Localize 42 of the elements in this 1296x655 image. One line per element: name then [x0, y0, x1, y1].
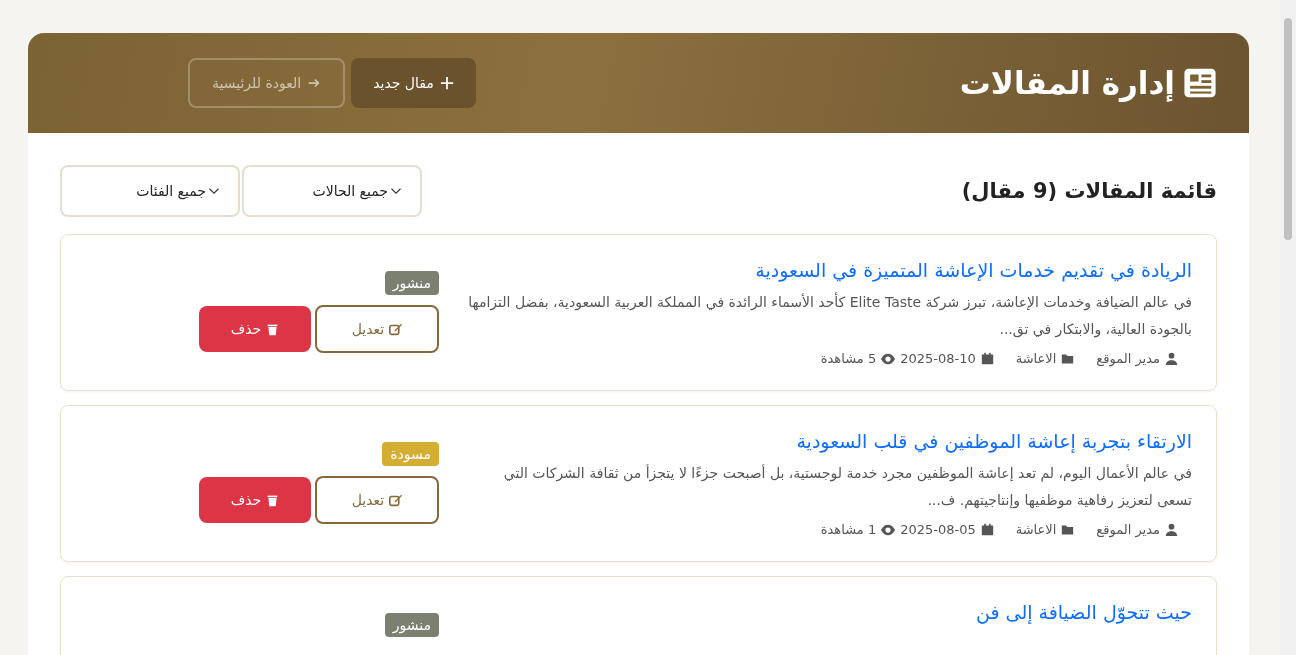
date-text: 2025-08-10 [900, 351, 976, 366]
delete-button[interactable]: حذف [199, 477, 311, 523]
article-title[interactable]: الارتقاء بتجربة إعاشة الموظفين في قلب السعودية [468, 430, 1192, 452]
folder-icon [1061, 523, 1075, 536]
article-title[interactable]: الريادة في تقديم خدمات الإعاشة المتميزة في السعودية [468, 259, 1192, 281]
date-text: 2025-08-05 [900, 522, 976, 537]
trash-icon [266, 493, 280, 507]
calendar-icon [980, 352, 994, 365]
edit-icon [389, 493, 403, 507]
plus-icon [439, 76, 454, 90]
category-text: الاعاشة [1015, 351, 1057, 366]
article-title[interactable]: حيث تتحوّل الضيافة إلى فن [468, 601, 1192, 623]
edit-button[interactable]: تعديل [315, 305, 439, 353]
calendar-icon [980, 523, 994, 536]
status-badge: منشور [384, 613, 439, 637]
back-button[interactable]: العودة للرئيسية [188, 58, 346, 108]
filter-select[interactable]: جميع الفئات [60, 165, 240, 217]
article-excerpt: في عالم الأعمال اليوم، لم تعد إعاشة الموظفين مجرد خدمة لوجستية، بل أصبحت جزءًا لا يتجزأ من ثقافة الشركات التي تسعى لتعزيز رفاهية موظفيها وإنتاجيتهم. ف... [502, 463, 1192, 511]
list-heading: قائمة المقالات (9 مقال) [961, 179, 1217, 203]
delete-button[interactable]: حذف [199, 306, 311, 352]
author-text: مدير الموقع [1096, 351, 1160, 366]
status-badge: مسودة [382, 442, 439, 466]
eye-icon [881, 522, 896, 537]
folder-icon [1061, 352, 1075, 365]
arrow-icon [307, 76, 322, 90]
user-icon [1165, 352, 1178, 365]
user-icon [1165, 523, 1178, 536]
trash-icon [266, 322, 280, 336]
edit-icon [389, 322, 403, 336]
article-excerpt: في عالم الضيافة وخدمات الإعاشة، تبرز شركة Elite Taste كأحد الأسماء الرائدة في المملكة العربية السعودية، بفضل التزامها بالجودة العالية، والابتكار في تق... [468, 291, 1192, 340]
filter-select[interactable]: جميع الحالات [242, 165, 422, 217]
views-text: 5 مشاهدة [820, 351, 877, 366]
status-badge: منشور [384, 271, 439, 295]
new-article-button[interactable]: مقال جديد [351, 58, 476, 108]
page-title: إدارة المقالات [959, 65, 1175, 101]
views-text: 1 مشاهدة [820, 522, 877, 537]
newspaper-icon [1183, 66, 1217, 100]
category-text: الاعاشة [1015, 522, 1057, 537]
eye-icon [881, 351, 896, 366]
scrollbar[interactable] [1280, 0, 1296, 655]
edit-button[interactable]: تعديل [315, 476, 439, 524]
author-text: مدير الموقع [1096, 522, 1160, 537]
